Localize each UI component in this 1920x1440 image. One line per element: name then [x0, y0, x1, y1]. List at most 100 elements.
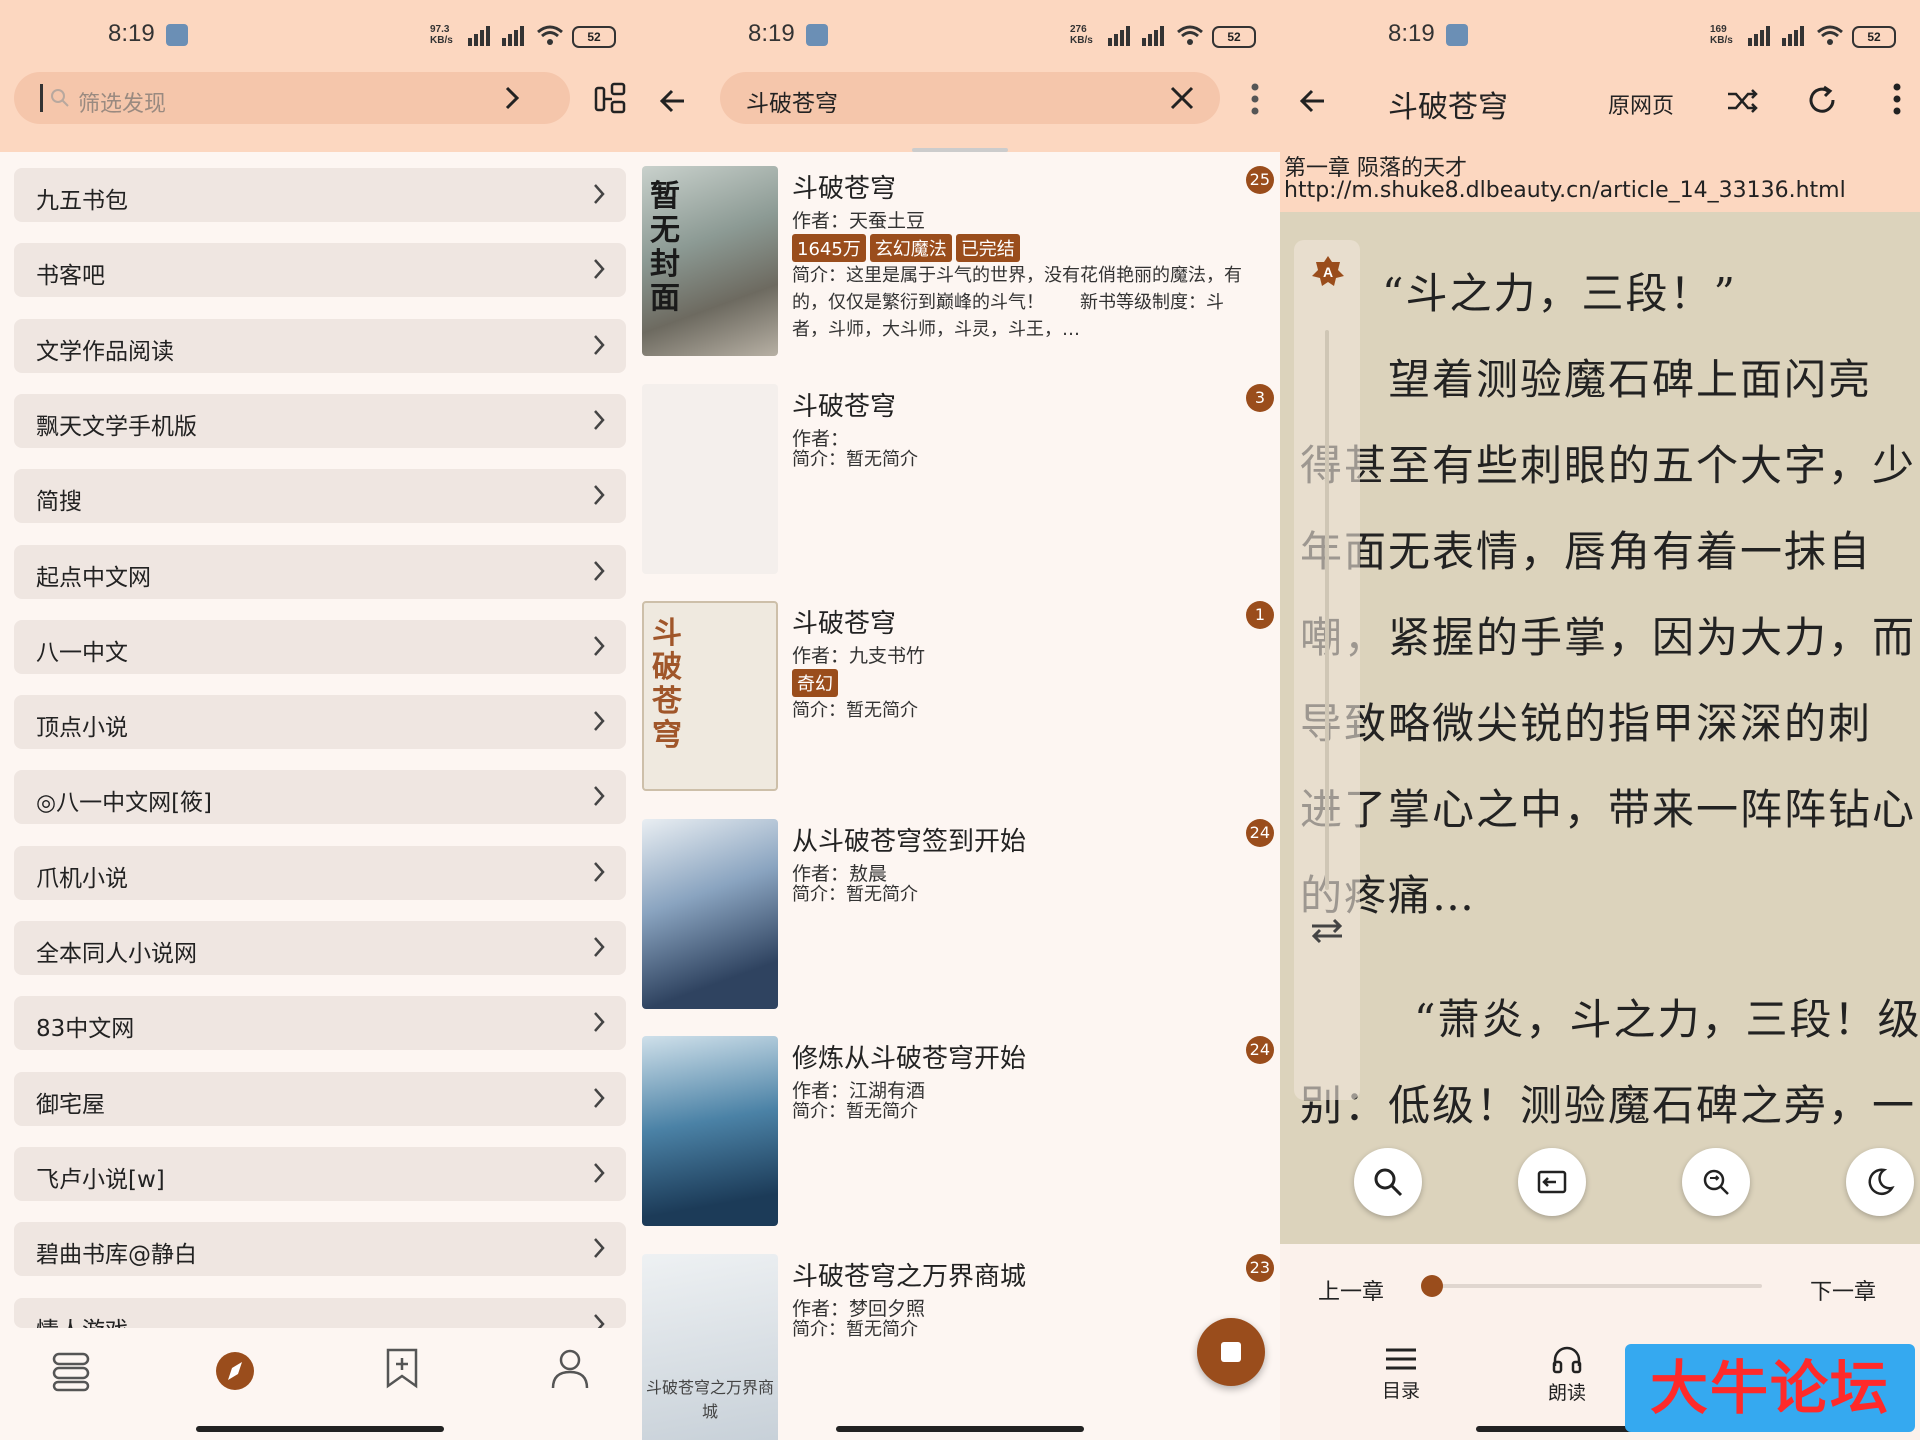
explore-panel: 8:19 97.3 KB/s 52 筛选发现 九五书包 书客吧 文学作品阅读 飘天文学…	[0, 0, 640, 1440]
refresh-icon[interactable]	[1806, 84, 1838, 116]
text-line: 的疼痛…	[1300, 871, 1477, 920]
source-count-badge: 3	[1246, 383, 1274, 412]
chevron-right-icon	[594, 1163, 605, 1183]
chevron-right-icon	[594, 410, 605, 430]
book-tags: 奇幻	[792, 669, 842, 697]
bookshelf-icon[interactable]	[50, 1350, 92, 1392]
source-label: 九五书包	[36, 188, 128, 214]
source-label: 顶点小说	[36, 715, 128, 742]
source-item[interactable]: 文学作品阅读	[14, 318, 626, 373]
chevron-right-icon[interactable]	[504, 86, 520, 110]
cover-title: 斗破苍穹之万界商城	[645, 1377, 774, 1421]
network-speed: 169 KB/s	[1710, 24, 1733, 46]
search-button[interactable]	[1354, 1148, 1422, 1216]
moon-icon	[1868, 1168, 1895, 1195]
book-result[interactable]: 斗破苍穹之万界商城 斗破苍穹之万界商城 作者：梦回夕照 简介：暂无简介 23	[642, 1253, 1280, 1440]
book-result[interactable]: 斗破苍穹 作者： 简介：暂无简介 3	[642, 383, 1280, 594]
toc-button[interactable]: 目录	[1366, 1346, 1436, 1403]
back-arrow-icon[interactable]	[1298, 86, 1328, 116]
explore-icon[interactable]	[214, 1350, 256, 1392]
source-item[interactable]: 九五书包	[14, 168, 626, 222]
book-intro: 简介：暂无简介	[792, 883, 918, 905]
prev-chapter-button[interactable]: 上一章	[1318, 1274, 1384, 1306]
brightness-track[interactable]	[1325, 330, 1329, 890]
search-query: 斗破苍穹	[746, 91, 838, 117]
search-input[interactable]: 斗破苍穹	[720, 72, 1220, 124]
more-vert-icon[interactable]	[1892, 82, 1902, 116]
group-toggle-icon[interactable]	[594, 82, 628, 116]
bookmark-icon[interactable]	[384, 1348, 420, 1390]
text-line: 别：低级！测验魔石碑之旁，一	[1300, 1081, 1917, 1130]
auto-read-icon[interactable]: A	[1310, 254, 1346, 290]
source-item[interactable]: 书客吧	[14, 243, 626, 298]
source-item[interactable]: 碧曲书库@静白	[14, 1222, 626, 1277]
source-item[interactable]: 御宅屋	[14, 1071, 626, 1126]
status-bar: 8:19 276 KB/s 52	[640, 0, 1280, 72]
source-label: 起点中文网	[36, 564, 151, 591]
book-author: 作者：九支书竹	[792, 645, 926, 667]
source-item[interactable]: 顶点小说	[14, 695, 626, 750]
change-source-icon[interactable]	[1726, 86, 1760, 116]
source-item[interactable]: 飘天文学手机版	[14, 393, 626, 448]
more-vert-icon[interactable]	[1250, 82, 1260, 116]
source-label: ◎八一中文网[筱]	[36, 790, 213, 817]
book-result[interactable]: 修炼从斗破苍穹开始 作者：江湖有酒 简介：暂无简介 24	[642, 1036, 1280, 1246]
source-item[interactable]: 起点中文网	[14, 544, 626, 599]
reading-area[interactable]: “斗之力，三段！” 望着测验魔石碑上面闪亮 得甚至有些刺眼的五个大字，少 年面无表情…	[1280, 212, 1920, 1244]
book-result[interactable]: 从斗破苍穹签到开始 作者：敖晨 简介：暂无简介 24	[642, 818, 1280, 1029]
source-item[interactable]: 83中文网	[14, 996, 626, 1051]
source-item[interactable]: 爪机小说	[14, 845, 626, 900]
clear-icon[interactable]	[1170, 86, 1194, 110]
read-aloud-button[interactable]: 朗读	[1532, 1344, 1602, 1405]
book-intro: 简介：暂无简介	[792, 1318, 918, 1340]
network-speed: 97.3 KB/s	[430, 24, 453, 46]
wifi-icon	[1817, 25, 1843, 45]
source-label: 飞卢小说[w]	[36, 1166, 165, 1193]
chapter-url[interactable]: http://m.shuke8.dlbeauty.cn/article_14_3…	[1284, 178, 1846, 203]
chevron-right-icon	[594, 1012, 605, 1033]
key-icon	[166, 24, 188, 46]
progress-thumb[interactable]	[1421, 1275, 1443, 1297]
battery-icon: 52	[1852, 26, 1896, 48]
replace-rule-button[interactable]	[1682, 1148, 1750, 1216]
source-page-button[interactable]: 原网页	[1608, 88, 1674, 120]
source-item[interactable]: 飞卢小说[w]	[14, 1146, 626, 1201]
book-cover: 斗破苍穹	[642, 601, 778, 791]
chapter-progress-slider[interactable]	[1421, 1275, 1762, 1297]
status-time: 8:19	[748, 20, 795, 47]
battery-icon: 52	[572, 26, 616, 48]
book-cover	[642, 383, 778, 574]
source-item[interactable]: 简搜	[14, 469, 626, 524]
book-title: 修炼从斗破苍穹开始	[792, 1044, 1027, 1074]
book-result[interactable]: 暂无封面 斗破苍穹 作者：天蚕土豆 1645万 玄幻魔法 已完结 简介：这里是属于斗气的世界…	[642, 166, 1280, 376]
stop-search-button[interactable]	[1197, 1318, 1265, 1386]
book-result[interactable]: 斗破苍穹 斗破苍穹 作者：九支书竹 奇幻 简介：暂无简介 1	[642, 601, 1280, 811]
book-tag: 已完结	[955, 234, 1020, 262]
source-item[interactable]: ◎八一中文网[筱]	[14, 770, 626, 825]
filter-search-input[interactable]: 筛选发现	[14, 72, 570, 124]
chevron-right-icon	[594, 184, 605, 204]
search-icon	[1374, 1168, 1403, 1197]
book-cover	[642, 818, 778, 1009]
next-chapter-button[interactable]: 下一章	[1810, 1274, 1876, 1306]
source-label: 文学作品阅读	[36, 338, 174, 365]
profile-icon[interactable]	[550, 1348, 590, 1390]
swap-icon[interactable]	[1308, 916, 1346, 946]
text-line: 嘲，紧握的手掌，因为大力，而	[1300, 613, 1917, 662]
auto-page-button[interactable]	[1518, 1148, 1586, 1216]
book-title: 斗破苍穹	[1388, 90, 1508, 125]
home-indicator	[836, 1426, 1084, 1432]
source-item[interactable]: 全本同人小说网	[14, 921, 626, 975]
text-cursor	[40, 84, 43, 112]
night-mode-button[interactable]	[1846, 1148, 1914, 1216]
source-item[interactable]: 八一中文	[14, 619, 626, 674]
source-label: 书客吧	[36, 263, 105, 290]
back-arrow-icon[interactable]	[658, 86, 688, 116]
text-line: “斗之力，三段！”	[1382, 269, 1737, 318]
source-item[interactable]: 情人游戏	[14, 1297, 626, 1344]
side-toolbar: A	[1294, 240, 1360, 1100]
chevron-right-icon	[594, 485, 605, 506]
network-speed: 276 KB/s	[1070, 24, 1093, 46]
signal-icon	[1142, 26, 1164, 46]
home-indicator	[196, 1426, 444, 1432]
